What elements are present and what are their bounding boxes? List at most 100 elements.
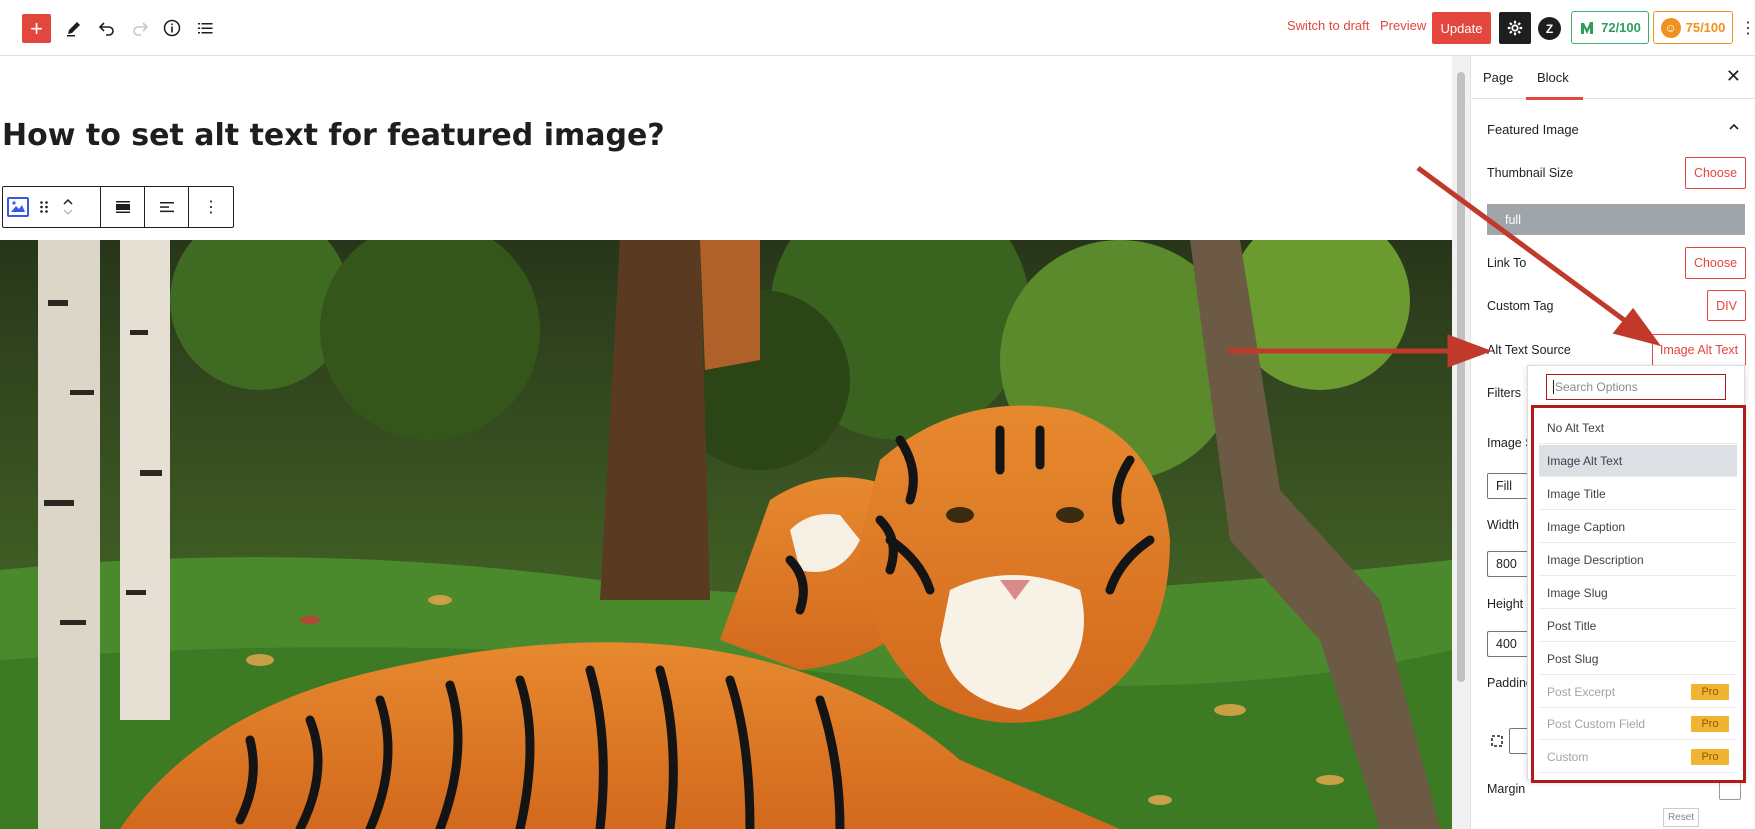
switch-to-draft-button[interactable]: Switch to draft bbox=[1287, 18, 1369, 33]
drag-handle[interactable] bbox=[33, 187, 55, 227]
undo-icon bbox=[98, 22, 114, 36]
tab-block[interactable]: Block bbox=[1537, 70, 1569, 85]
chevron-up-icon[interactable] bbox=[1727, 120, 1741, 134]
options-kebab-button[interactable]: ⋮ bbox=[1740, 18, 1755, 38]
post-title[interactable]: How to set alt text for featured image? bbox=[2, 118, 665, 153]
option-image-title[interactable]: Image Title bbox=[1539, 478, 1737, 510]
option-label: Image Slug bbox=[1547, 585, 1608, 600]
thumbnail-size-value[interactable]: full bbox=[1487, 204, 1745, 235]
block-toolbar-group-2 bbox=[101, 187, 145, 227]
redo-button[interactable] bbox=[124, 12, 156, 44]
padding-label: Padding bbox=[1487, 676, 1533, 690]
image-block-icon bbox=[7, 197, 29, 217]
width-input[interactable]: 800 bbox=[1487, 551, 1531, 577]
option-image-caption[interactable]: Image Caption bbox=[1539, 511, 1737, 543]
editor-canvas: How to set alt text for featured image? bbox=[0, 56, 1470, 829]
chevron-down-icon[interactable] bbox=[62, 207, 74, 217]
settings-button[interactable] bbox=[1499, 12, 1531, 44]
image-fit-select[interactable]: Fill bbox=[1487, 473, 1531, 499]
option-label: Image Title bbox=[1547, 486, 1606, 501]
chevron-up-icon[interactable] bbox=[62, 197, 74, 207]
option-label: Image Caption bbox=[1547, 519, 1626, 534]
option-no-alt-text[interactable]: No Alt Text bbox=[1539, 412, 1737, 444]
option-image-description[interactable]: Image Description bbox=[1539, 544, 1737, 576]
alt-text-options-list: No Alt Text Image Alt Text Image Title I… bbox=[1531, 405, 1746, 783]
move-buttons[interactable] bbox=[55, 187, 81, 227]
link-to-choose-button[interactable]: Choose bbox=[1685, 247, 1746, 279]
redo-icon bbox=[133, 22, 149, 36]
thumbnail-choose-button[interactable]: Choose bbox=[1685, 157, 1746, 189]
panel-title[interactable]: Featured Image bbox=[1487, 122, 1579, 137]
featured-image[interactable] bbox=[0, 240, 1452, 829]
align-wide-button[interactable] bbox=[115, 187, 131, 227]
add-block-button[interactable]: + bbox=[22, 14, 51, 43]
sidebar-tabs: Page Block ✕ bbox=[1471, 56, 1755, 100]
align-wide-icon bbox=[115, 201, 130, 213]
close-icon[interactable]: ✕ bbox=[1726, 66, 1741, 87]
option-label: No Alt Text bbox=[1547, 420, 1605, 435]
preview-button[interactable]: Preview bbox=[1380, 18, 1426, 33]
pro-badge: Pro bbox=[1691, 716, 1729, 732]
list-view-icon bbox=[198, 23, 213, 34]
filters-label: Filters bbox=[1487, 386, 1522, 400]
option-post-title[interactable]: Post Title bbox=[1539, 610, 1737, 642]
update-button[interactable]: Update bbox=[1432, 12, 1491, 44]
alt-text-source-label: Alt Text Source bbox=[1487, 343, 1571, 357]
tab-page[interactable]: Page bbox=[1483, 70, 1513, 85]
block-options-button[interactable]: ⋮ bbox=[203, 187, 219, 227]
kebab-icon: ⋮ bbox=[203, 199, 219, 216]
editor-top-toolbar: + Switch to draft Preview Update Z 72/10… bbox=[0, 0, 1755, 56]
option-label: Image Description bbox=[1547, 552, 1644, 567]
option-post-slug[interactable]: Post Slug bbox=[1539, 643, 1737, 675]
option-image-alt-text[interactable]: Image Alt Text bbox=[1539, 445, 1737, 477]
option-label: Post Slug bbox=[1547, 651, 1599, 666]
block-toolbar-group-1 bbox=[3, 187, 101, 227]
undo-button[interactable] bbox=[91, 12, 123, 44]
width-label: Width bbox=[1487, 518, 1519, 532]
search-placeholder: Search Options bbox=[1555, 380, 1638, 394]
pro-badge: Pro bbox=[1691, 684, 1729, 700]
link-to-label: Link To bbox=[1487, 256, 1527, 270]
option-label: Custom bbox=[1547, 749, 1589, 764]
tiger-photo bbox=[0, 240, 1452, 829]
plugin-z-button[interactable]: Z bbox=[1538, 17, 1561, 40]
seo-score-icon bbox=[1581, 21, 1594, 34]
edit-tools-button[interactable] bbox=[58, 12, 90, 44]
info-icon bbox=[163, 19, 181, 37]
option-image-slug[interactable]: Image Slug bbox=[1539, 577, 1737, 609]
seo-score-value: 72/100 bbox=[1601, 20, 1641, 35]
option-post-custom-field[interactable]: Post Custom Field Pro bbox=[1539, 708, 1737, 740]
scrollbar-thumb[interactable] bbox=[1457, 72, 1465, 682]
margin-label: Margin bbox=[1487, 782, 1526, 796]
reset-button[interactable]: Reset bbox=[1663, 808, 1699, 827]
option-post-excerpt[interactable]: Post Excerpt Pro bbox=[1539, 676, 1737, 708]
custom-tag-button[interactable]: DIV bbox=[1707, 290, 1746, 321]
option-label: Image Alt Text bbox=[1547, 453, 1623, 468]
kebab-icon: ⋮ bbox=[1740, 20, 1755, 37]
text-align-button[interactable] bbox=[159, 187, 175, 227]
option-label: Post Custom Field bbox=[1547, 716, 1646, 731]
pencil-icon bbox=[67, 22, 80, 37]
list-view-button[interactable] bbox=[189, 12, 221, 44]
block-toolbar: ⋮ bbox=[2, 186, 234, 228]
editor-scrollbar[interactable] bbox=[1452, 56, 1470, 829]
option-custom[interactable]: Custom Pro bbox=[1539, 741, 1737, 773]
padding-link-icon[interactable] bbox=[1490, 734, 1504, 748]
gear-icon bbox=[1507, 20, 1523, 36]
option-label: Post Excerpt bbox=[1547, 684, 1616, 699]
search-options-input[interactable]: Search Options bbox=[1546, 374, 1726, 400]
height-input[interactable]: 400 bbox=[1487, 631, 1531, 657]
z-logo-icon: Z bbox=[1545, 21, 1554, 36]
readability-score-button[interactable]: ☺ 75/100 bbox=[1653, 11, 1733, 44]
thumbnail-size-label: Thumbnail Size bbox=[1487, 166, 1574, 180]
height-label: Height bbox=[1487, 597, 1524, 611]
block-toolbar-group-4: ⋮ bbox=[189, 187, 233, 227]
alt-text-source-button[interactable]: Image Alt Text bbox=[1652, 334, 1746, 366]
custom-tag-label: Custom Tag bbox=[1487, 299, 1554, 313]
block-type-button[interactable] bbox=[3, 187, 33, 227]
drag-handle-icon bbox=[40, 201, 48, 213]
details-button[interactable] bbox=[156, 12, 188, 44]
block-toolbar-group-3 bbox=[145, 187, 189, 227]
active-tab-indicator bbox=[1526, 97, 1583, 100]
seo-score-button[interactable]: 72/100 bbox=[1571, 11, 1649, 44]
